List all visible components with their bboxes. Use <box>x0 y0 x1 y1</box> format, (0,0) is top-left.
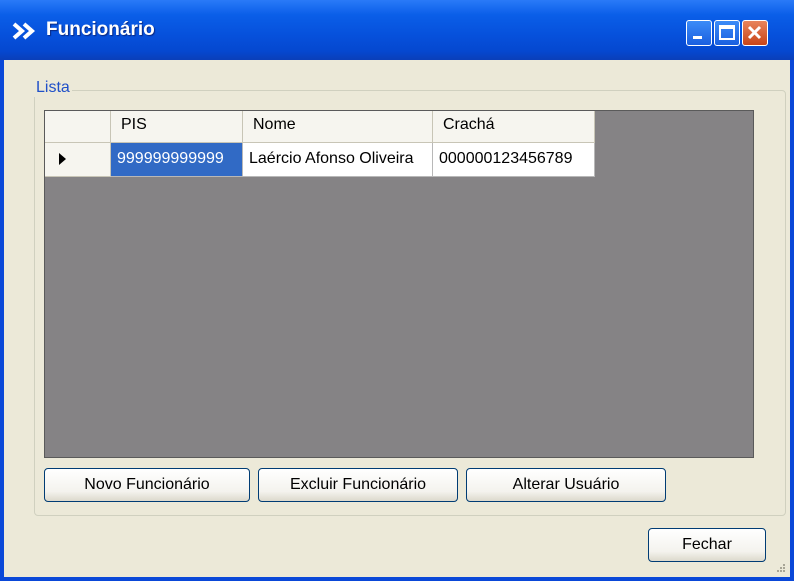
minimize-button[interactable] <box>686 20 712 46</box>
column-header-cracha[interactable]: Crachá <box>433 111 595 143</box>
current-row-arrow-icon <box>59 153 66 165</box>
cell-pis[interactable]: 999999999999 <box>111 143 243 177</box>
group-label: Lista <box>34 79 72 97</box>
app-window: Funcionário Lista PIS Nome Crachá 999999… <box>0 0 794 581</box>
row-header[interactable] <box>45 143 111 177</box>
cell-cracha[interactable]: 000000123456789 <box>433 143 595 177</box>
window-client-area: Lista PIS Nome Crachá 999999999999 Laérc… <box>4 60 790 577</box>
cell-nome[interactable]: Laércio Afonso Oliveira <box>243 143 433 177</box>
close-button[interactable] <box>742 20 768 46</box>
maximize-button[interactable] <box>714 20 740 46</box>
title-bar[interactable]: Funcionário <box>0 0 794 60</box>
close-dialog-button[interactable]: Fechar <box>648 528 766 562</box>
change-user-button[interactable]: Alterar Usuário <box>466 468 666 502</box>
minimize-icon <box>693 36 702 39</box>
new-employee-button[interactable]: Novo Funcionário <box>44 468 250 502</box>
column-header-pis[interactable]: PIS <box>111 111 243 143</box>
column-header-nome[interactable]: Nome <box>243 111 433 143</box>
window-title: Funcionário <box>46 19 155 40</box>
employee-grid[interactable]: PIS Nome Crachá 999999999999 Laércio Afo… <box>44 110 754 458</box>
delete-employee-button[interactable]: Excluir Funcionário <box>258 468 458 502</box>
resize-grip-icon[interactable] <box>776 563 786 573</box>
close-icon <box>747 25 762 40</box>
double-chevron-icon <box>12 22 36 40</box>
maximize-icon <box>719 25 735 40</box>
grid-corner-header <box>45 111 111 143</box>
